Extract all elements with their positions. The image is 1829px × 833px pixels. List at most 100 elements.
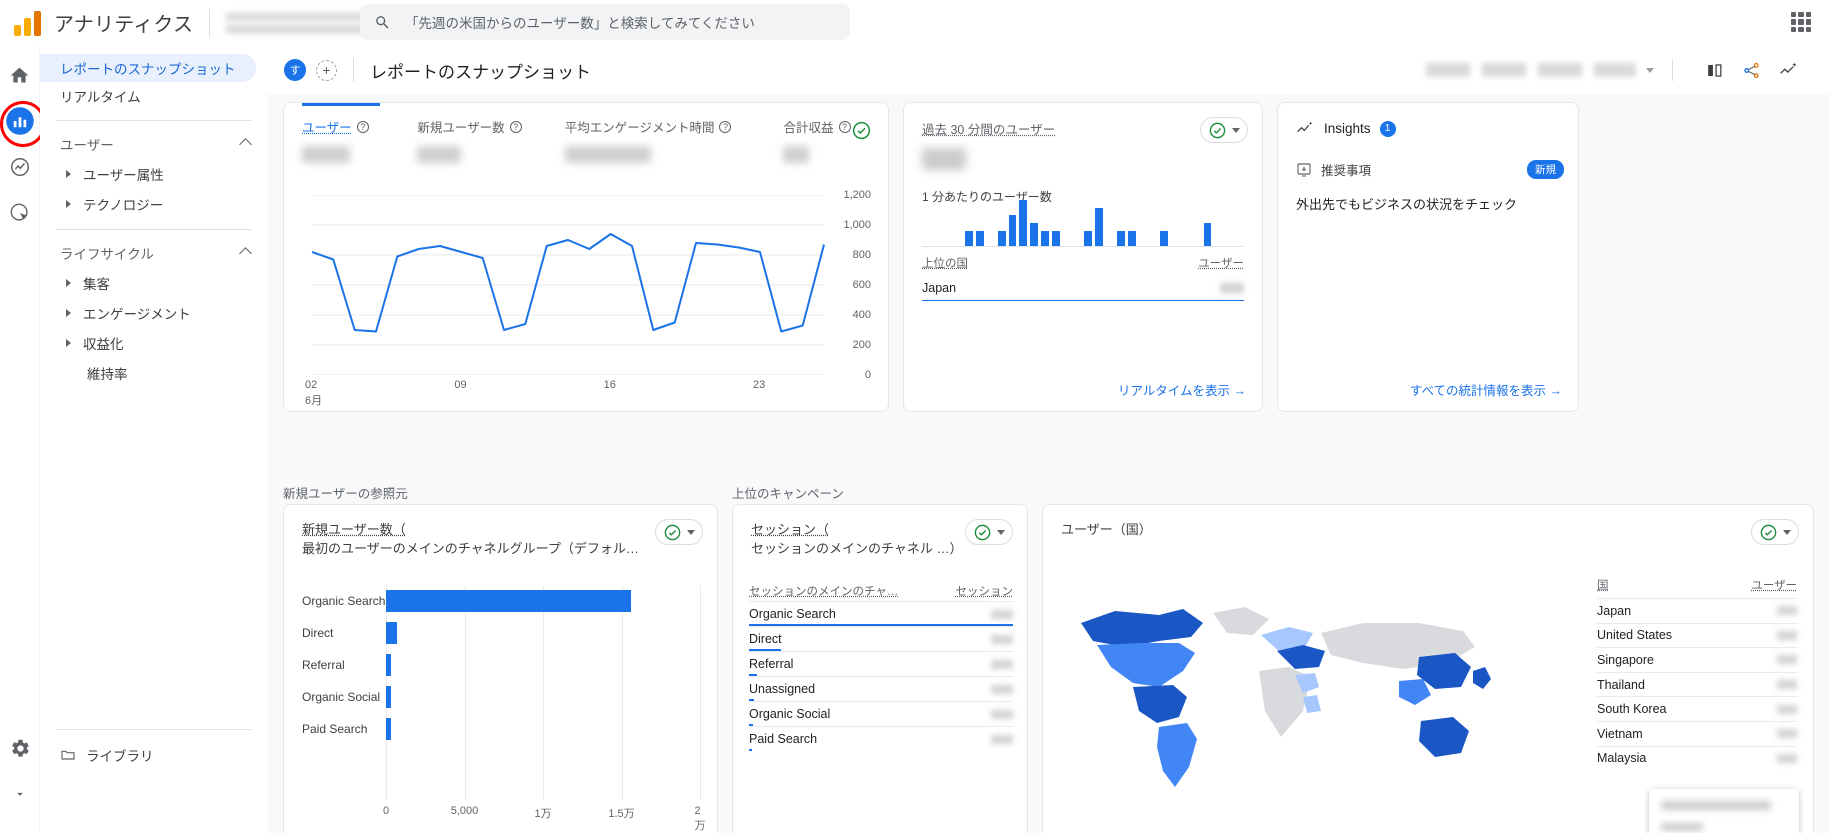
nav-item-engagement[interactable]: エンゲージメント (40, 298, 268, 328)
table-row[interactable]: Referral (749, 651, 1013, 676)
session-bar (749, 749, 752, 751)
insights-recommendation-row[interactable]: 推奨事項 新規 (1278, 138, 1578, 179)
rail-item-reports[interactable] (5, 106, 35, 136)
line-chart-y-axis: 0 200 400 600 800 1,000 1,200 (825, 195, 871, 375)
table-row[interactable]: Organic Social (749, 701, 1013, 726)
rail-item-home[interactable] (5, 60, 35, 90)
map-card-status-button[interactable] (1751, 519, 1799, 545)
table-row[interactable]: Unassigned (749, 676, 1013, 701)
realtime-table-row[interactable]: Japan (922, 275, 1244, 301)
bar-category-label: Organic Social (302, 690, 386, 704)
nav-item-user-attributes[interactable]: ユーザー属性 (40, 159, 268, 189)
chevron-up-icon (239, 247, 252, 260)
world-map[interactable] (1063, 571, 1503, 806)
date-range-selector[interactable] (1426, 63, 1636, 77)
table-row[interactable]: Direct (749, 626, 1013, 651)
nav-item-library[interactable]: ライブラリ (40, 740, 268, 770)
realtime-minute-bar (1204, 223, 1212, 246)
nav-item-retention[interactable]: 維持率 (40, 358, 268, 388)
insights-count-badge: 1 (1380, 121, 1396, 137)
search-icon (374, 14, 391, 31)
y-tick-label: 800 (853, 249, 871, 261)
session-value (991, 735, 1013, 744)
table-row[interactable]: Japan (1597, 598, 1797, 623)
avatar[interactable]: す (284, 59, 306, 81)
bar-row[interactable]: Referral (302, 649, 700, 681)
bar-row[interactable]: Paid Search (302, 713, 700, 745)
x-tick-label: 23 (753, 379, 765, 391)
nav-item-label: ユーザー属性 (83, 164, 164, 184)
session-value (991, 660, 1013, 669)
country-value (1777, 680, 1797, 689)
sessions-card-status-button[interactable] (965, 519, 1013, 545)
chevron-down-icon[interactable] (1646, 68, 1654, 73)
realtime-minute-bar (965, 231, 973, 246)
y-tick-label: 1,200 (843, 189, 871, 201)
data-quality-status-button[interactable] (848, 117, 874, 143)
apps-grid-icon[interactable] (1791, 12, 1811, 32)
realtime-minute-bar (998, 231, 1006, 246)
country-value (1777, 631, 1797, 640)
table-row[interactable]: Thailand (1597, 672, 1797, 697)
nav-item-technology[interactable]: テクノロジー (40, 189, 268, 219)
table-row[interactable]: South Korea (1597, 696, 1797, 721)
users-by-country-card: ユーザー（国） 国 ユーザー Japan United States Singa… (1042, 504, 1814, 833)
metric-tab-users[interactable]: ユーザー ? (302, 117, 375, 163)
metric-tab-avg-engagement-time[interactable]: 平均エンゲージメント時間 ? (565, 117, 742, 163)
users-line-chart[interactable]: 0 200 400 600 800 1,000 1,200 02 09 16 23 6月 (302, 195, 870, 375)
table-row[interactable]: Malaysia (1597, 746, 1797, 771)
nav-item-reports-snapshot[interactable]: レポートのスナップショット (40, 54, 256, 82)
realtime-status-button[interactable] (1200, 117, 1248, 143)
nav-group-user[interactable]: ユーザー (40, 129, 268, 159)
horizontal-bar-chart[interactable]: Organic Search Direct Referral Organic Soci… (302, 585, 700, 800)
new-badge: 新規 (1527, 160, 1564, 179)
bar-row[interactable]: Direct (302, 617, 700, 649)
realtime-view-link[interactable]: リアルタイムを表示 → (1118, 380, 1246, 399)
insights-view-all-link[interactable]: すべての統計情報を表示 → (1410, 380, 1562, 399)
explore-icon (9, 156, 31, 178)
nav-group-lifecycle[interactable]: ライフサイクル (40, 238, 268, 268)
help-icon[interactable]: ? (719, 121, 731, 133)
icon-rail (0, 46, 40, 833)
rail-item-explore[interactable] (5, 152, 35, 182)
chevron-down-icon (1232, 128, 1240, 133)
rail-item-collapse[interactable] (5, 779, 35, 809)
y-tick-label: 200 (853, 339, 871, 351)
realtime-minute-bar (1052, 231, 1060, 246)
triangle-right-icon (66, 200, 71, 208)
rail-item-settings[interactable] (5, 733, 35, 763)
share-button[interactable] (1742, 61, 1761, 80)
bar-row[interactable]: Organic Search (302, 585, 700, 617)
share-icon (1742, 61, 1761, 80)
nav-item-monetization[interactable]: 収益化 (40, 328, 268, 358)
country-value (1777, 705, 1797, 714)
realtime-minute-bar (1030, 223, 1038, 246)
realtime-minute-bar (1160, 231, 1168, 246)
help-icon[interactable]: ? (510, 121, 522, 133)
nav-item-realtime[interactable]: リアルタイム (40, 82, 256, 110)
search-input[interactable]: 「先週の米国からのユーザー数」と検索してみてください (360, 4, 850, 40)
country-table-body: Japan United States Singapore Thailand South… (1597, 598, 1797, 770)
table-row[interactable]: Paid Search (749, 726, 1013, 751)
table-row[interactable]: Vietnam (1597, 721, 1797, 746)
insights-button[interactable] (1779, 60, 1799, 80)
table-row[interactable]: Singapore (1597, 647, 1797, 672)
nav-group-label: ユーザー (60, 134, 114, 154)
nav-item-acquisition[interactable]: 集客 (40, 268, 268, 298)
country-label: Japan (1597, 604, 1631, 618)
add-comparison-button[interactable]: + (316, 60, 337, 81)
country-col-name: 国 (1597, 577, 1609, 593)
help-icon[interactable]: ? (357, 121, 369, 133)
realtime-minute-bar (1095, 208, 1103, 246)
bars-card-status-button[interactable] (655, 519, 703, 545)
nav-item-label: 維持率 (87, 363, 128, 383)
metric-tab-new-users[interactable]: 新規ユーザー数 ? (417, 117, 522, 163)
country-label: Malaysia (1597, 751, 1646, 765)
table-row[interactable]: United States (1597, 623, 1797, 648)
bar-row[interactable]: Organic Social (302, 681, 700, 713)
realtime-minute-bar (1128, 231, 1136, 246)
rail-item-advertising[interactable] (5, 198, 35, 228)
x-tick-label: 16 (604, 379, 616, 391)
compare-button[interactable] (1705, 61, 1724, 80)
table-row[interactable]: Organic Search (749, 601, 1013, 626)
